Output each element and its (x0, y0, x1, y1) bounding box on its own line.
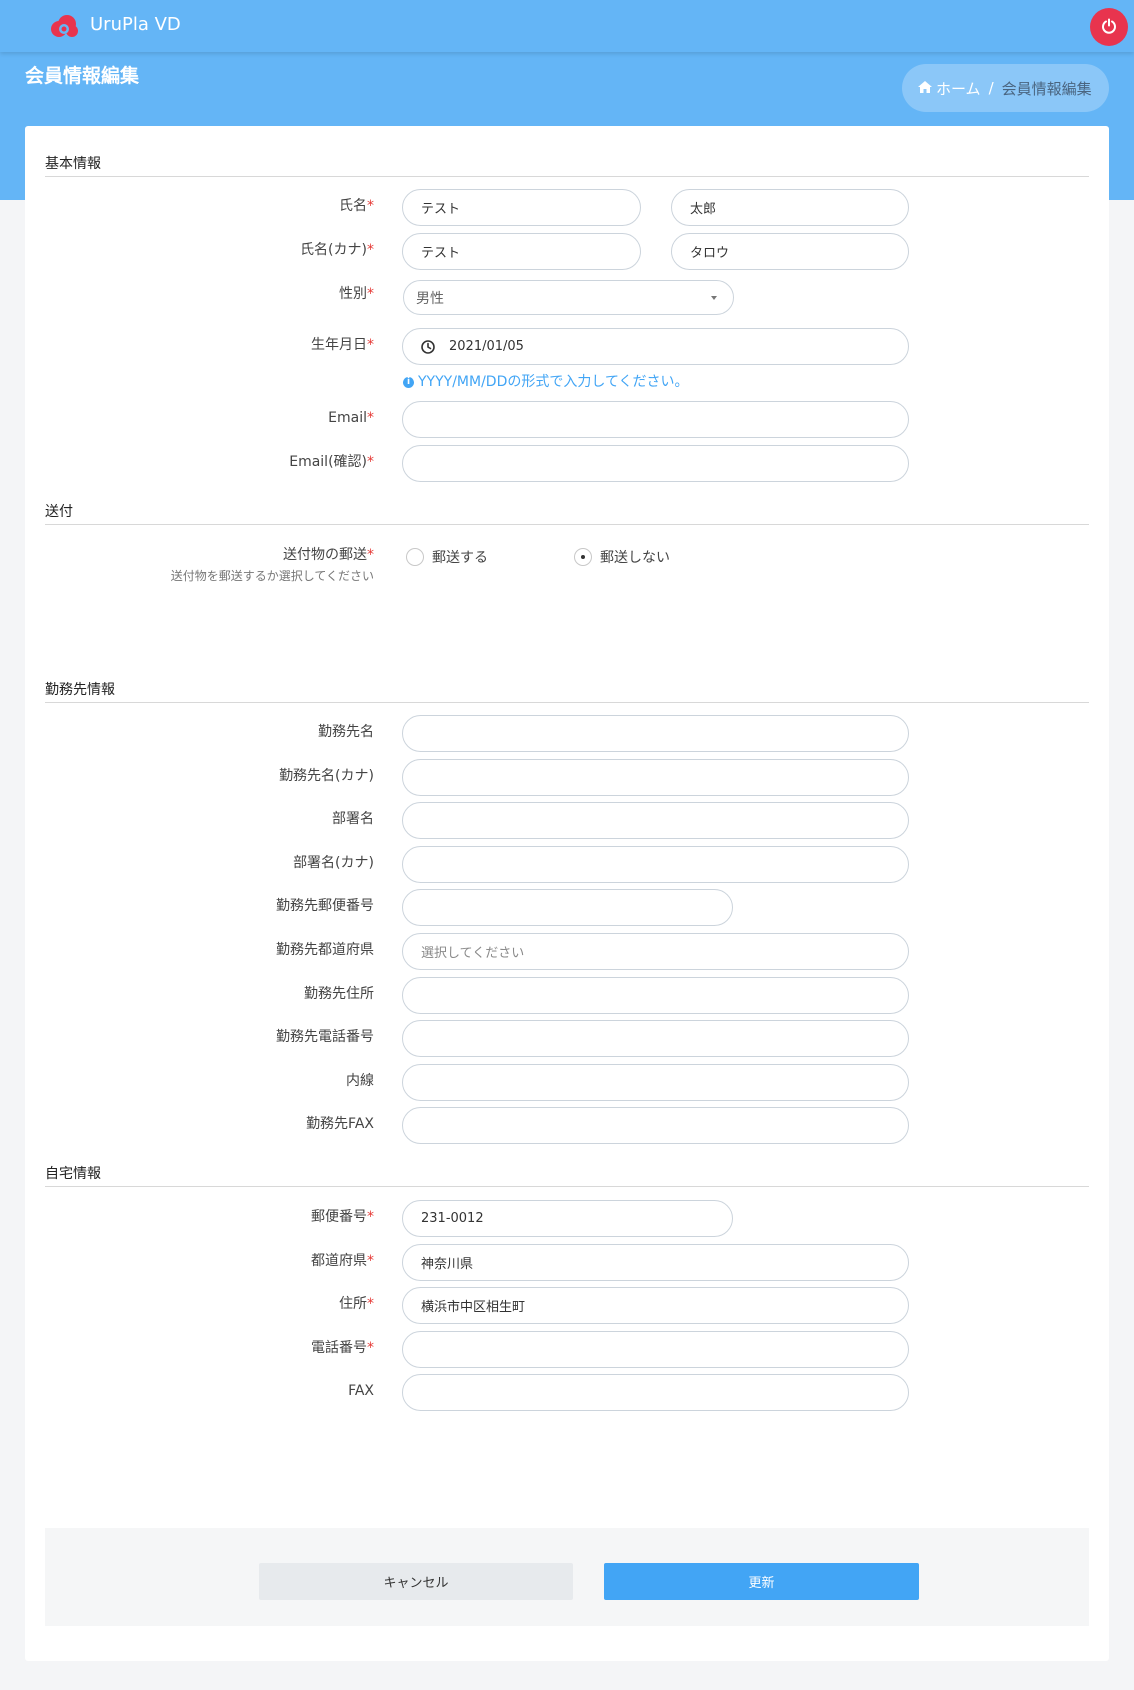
work-pref-select[interactable]: 選択してください (402, 933, 909, 970)
home-fax-field[interactable] (402, 1374, 909, 1411)
edit-form-card: 基本情報 氏名* テスト 太郎 氏名(カナ)* テスト タロウ 性別* 男性 生… (25, 126, 1109, 1661)
breadcrumb: ホーム / 会員情報編集 (902, 64, 1109, 112)
section-title-basic: 基本情報 (45, 155, 1089, 177)
work-name-kana-field[interactable] (402, 759, 909, 796)
email-confirm-label: Email(確認)* (289, 454, 374, 470)
dept-kana-field[interactable] (402, 846, 909, 883)
work-fax-label: 勤務先FAX (306, 1116, 374, 1132)
work-pref-label: 勤務先都道府県 (276, 942, 374, 958)
work-address-label: 勤務先住所 (304, 986, 374, 1002)
extension-field[interactable] (402, 1064, 909, 1101)
home-phone-label: 電話番号* (311, 1340, 374, 1356)
power-icon (1101, 18, 1117, 37)
work-name-kana-label: 勤務先名(カナ) (279, 768, 374, 784)
work-phone-field[interactable] (402, 1020, 909, 1057)
dept-label: 部署名 (332, 811, 374, 827)
clock-icon (421, 339, 435, 354)
work-address-field[interactable] (402, 977, 909, 1014)
home-pref-label: 都道府県* (311, 1253, 374, 1269)
last-name-kana-field[interactable]: テスト (402, 233, 641, 270)
home-zip-field[interactable]: 231-0012 (402, 1200, 733, 1237)
form-actions: キャンセル 更新 (45, 1528, 1089, 1626)
birthdate-hint-text: YYYY/MM/DDの形式で入力してください。 (418, 374, 689, 390)
radio-mail-yes-label: 郵送する (432, 550, 488, 566)
email-field[interactable] (402, 401, 909, 438)
home-address-field[interactable]: 横浜市中区相生町 (402, 1287, 909, 1324)
first-name-kana-field[interactable]: タロウ (671, 233, 909, 270)
update-button[interactable]: 更新 (604, 1563, 919, 1600)
home-pref-select[interactable]: 神奈川県 (402, 1244, 909, 1281)
extension-label: 内線 (346, 1073, 374, 1089)
radio-mail-no-label: 郵送しない (600, 550, 670, 566)
gender-select-value: 男性 (416, 290, 444, 307)
work-name-label: 勤務先名 (318, 724, 374, 740)
name-kana-label: 氏名(カナ)* (300, 242, 374, 258)
home-address-label: 住所* (339, 1296, 374, 1312)
page-title: 会員情報編集 (25, 65, 140, 87)
email-label: Email* (328, 410, 374, 426)
caret-down-icon (711, 295, 717, 300)
cancel-button[interactable]: キャンセル (259, 1563, 573, 1600)
breadcrumb-home-label: ホーム (936, 79, 981, 98)
work-zip-field[interactable] (402, 889, 733, 926)
work-fax-field[interactable] (402, 1107, 909, 1144)
birthdate-field[interactable]: 2021/01/05 (402, 328, 909, 365)
top-bar: UruPla VD (0, 0, 1134, 52)
section-title-work: 勤務先情報 (45, 681, 1089, 703)
work-name-field[interactable] (402, 715, 909, 752)
breadcrumb-home-link[interactable]: ホーム (918, 78, 981, 99)
gender-label: 性別* (339, 286, 374, 302)
birthdate-value: 2021/01/05 (449, 339, 524, 354)
app-title: UruPla VD (90, 14, 181, 35)
first-name-field[interactable]: 太郎 (671, 189, 909, 226)
home-icon (918, 79, 932, 97)
breadcrumb-separator: / (988, 79, 994, 97)
section-title-home: 自宅情報 (45, 1165, 1089, 1187)
section-title-shipping: 送付 (45, 503, 1089, 525)
radio-circle (406, 548, 424, 566)
name-label: 氏名* (339, 198, 374, 214)
info-icon: i (403, 376, 414, 388)
dept-kana-label: 部署名(カナ) (293, 855, 374, 871)
email-confirm-field[interactable] (402, 445, 909, 482)
radio-circle-selected (574, 548, 592, 566)
shipping-label: 送付物の郵送* (283, 547, 374, 563)
last-name-field[interactable]: テスト (402, 189, 641, 226)
home-fax-label: FAX (348, 1383, 374, 1399)
radio-mail-no[interactable]: 郵送しない (574, 547, 670, 567)
gender-select[interactable]: 男性 (403, 280, 734, 315)
birthdate-label: 生年月日* (311, 337, 374, 353)
radio-mail-yes[interactable]: 郵送する (406, 547, 488, 567)
birthdate-hint: i YYYY/MM/DDの形式で入力してください。 (403, 373, 689, 391)
work-zip-label: 勤務先郵便番号 (276, 898, 374, 914)
logout-button[interactable] (1090, 8, 1128, 46)
shipping-sublabel: 送付物を郵送するか選択してください (170, 569, 374, 583)
home-phone-field[interactable] (402, 1331, 909, 1368)
breadcrumb-current: 会員情報編集 (1001, 79, 1092, 98)
work-phone-label: 勤務先電話番号 (276, 1029, 374, 1045)
dept-field[interactable] (402, 802, 909, 839)
home-zip-label: 郵便番号* (311, 1209, 374, 1225)
cloud-logo-icon (48, 12, 80, 40)
